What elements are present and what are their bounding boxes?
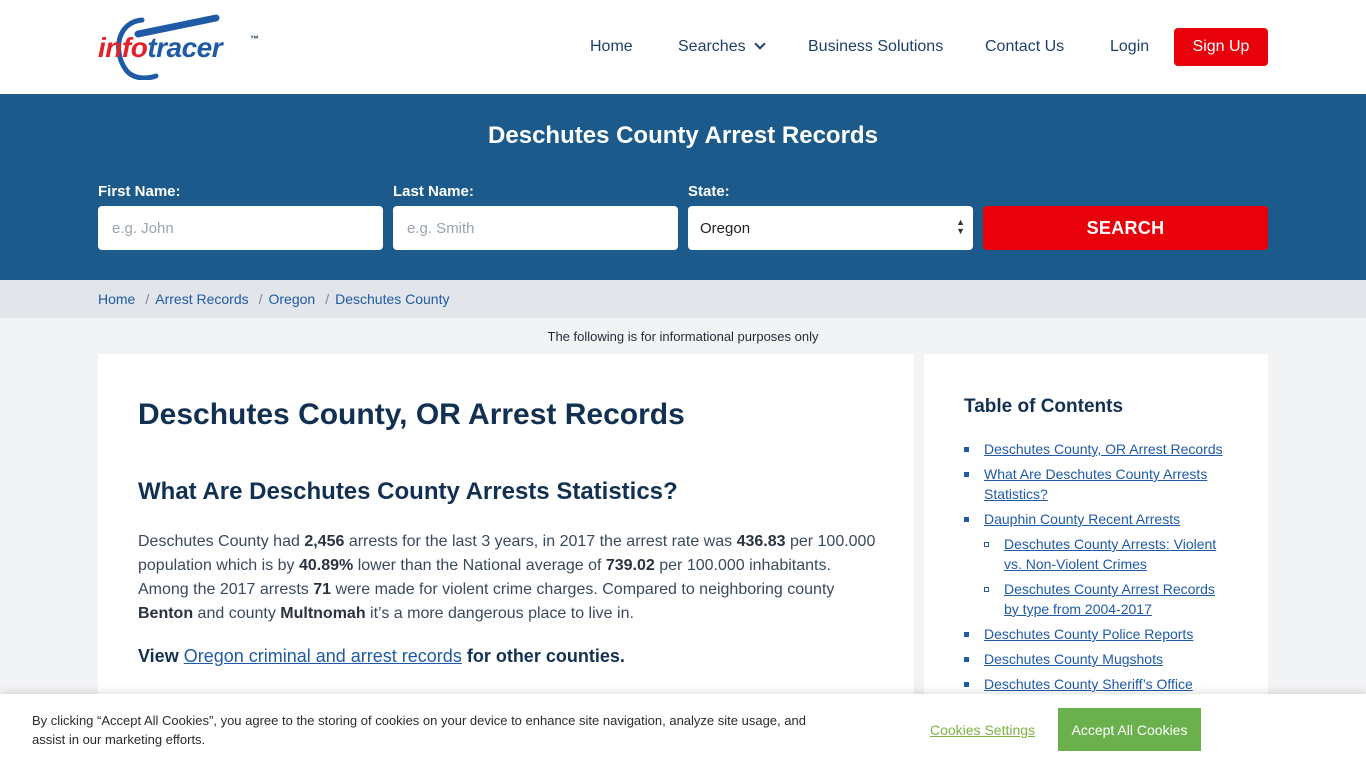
bullet-icon [964,472,969,477]
nav-searches-label: Searches [678,38,746,55]
bullet-icon [964,682,969,687]
bullet-icon [984,587,989,592]
statistics-paragraph: Deschutes County had 2,456 arrests for t… [138,533,876,622]
logo-info-text: info [98,32,148,63]
toc-item[interactable]: Deschutes County Police Reports [984,624,1244,644]
toc-item[interactable]: What Are Deschutes County Arrests Statis… [984,464,1234,504]
neighbor-county-multnomah: Multnomah [280,605,366,622]
bullet-icon [964,447,969,452]
search-hero: Deschutes County Arrest Records First Na… [0,94,1366,280]
bullet-icon [984,542,989,547]
first-name-label: First Name: [98,183,181,200]
toc-item[interactable]: Deschutes County, OR Arrest Records [984,439,1244,459]
cookies-settings-link[interactable]: Cookies Settings [930,722,1035,738]
arrest-rate: 436.83 [736,533,786,550]
breadcrumb: Home / Arrest Records / Oregon / Deschut… [98,291,450,307]
accept-all-cookies-button[interactable]: Accept All Cookies [1058,708,1201,751]
breadcrumb-bar: Home / Arrest Records / Oregon / Deschut… [0,280,1366,318]
breadcrumb-separator: / [258,291,263,307]
page-title: Deschutes County Arrest Records [488,122,878,149]
site-header: infotracer ™ Home Searches Business Solu… [0,0,1366,94]
nav-contact-us[interactable]: Contact Us [985,38,1064,56]
search-button[interactable]: SEARCH [983,206,1268,250]
signup-button[interactable]: Sign Up [1174,28,1268,66]
breadcrumb-separator: / [325,291,330,307]
logo-trademark: ™ [250,34,259,44]
toc-title: Table of Contents [964,396,1124,417]
breadcrumb-arrest-records[interactable]: Arrest Records [155,291,248,307]
arrests-count: 2,456 [304,533,345,550]
nav-login[interactable]: Login [1110,38,1149,56]
toc-subitem[interactable]: Deschutes County Arrests: Violent vs. No… [1004,534,1234,574]
toc-item[interactable]: Deschutes County Sheriff’s Office [984,674,1244,694]
last-name-input[interactable] [393,206,678,250]
breadcrumb-oregon[interactable]: Oregon [269,291,316,307]
breadcrumb-home[interactable]: Home [98,291,135,307]
informational-notice: The following is for informational purpo… [547,329,819,344]
oregon-records-link[interactable]: Oregon criminal and arrest records [184,646,462,666]
violent-arrests: 71 [313,581,332,598]
nav-searches[interactable]: Searches [678,38,766,56]
state-select[interactable]: Oregon ▲ ▼ [688,206,973,250]
chevron-down-icon [753,38,766,50]
bullet-icon [964,632,969,637]
nav-home[interactable]: Home [590,38,633,56]
bullet-icon [964,517,969,522]
national-average: 739.02 [605,557,655,574]
state-select-value: Oregon [700,219,751,237]
infotracer-logo[interactable]: infotracer ™ [98,14,268,80]
state-label: State: [688,183,730,200]
toc-item[interactable]: Dauphin County Recent Arrests [984,509,1244,529]
breadcrumb-deschutes-county[interactable]: Deschutes County [335,291,449,307]
first-name-input[interactable] [98,206,383,250]
breadcrumb-separator: / [145,291,150,307]
bullet-icon [964,657,969,662]
statistics-heading: What Are Deschutes County Arrests Statis… [138,478,678,505]
logo-tracer-text: tracer [147,32,223,63]
neighbor-county-benton: Benton [138,605,194,622]
select-arrows-icon: ▲ ▼ [956,217,965,236]
nav-business-solutions[interactable]: Business Solutions [808,38,943,56]
cookie-message: By clicking “Accept All Cookies”, you ag… [32,713,806,747]
toc-item[interactable]: Deschutes County Mugshots [984,649,1244,669]
article-heading: Deschutes County, OR Arrest Records [138,398,685,431]
cookie-banner: By clicking “Accept All Cookies”, you ag… [0,694,1366,768]
last-name-label: Last Name: [393,183,474,200]
toc-subitem[interactable]: Deschutes County Arrest Records by type … [1004,579,1229,619]
view-other-counties: View Oregon criminal and arrest records … [138,646,625,666]
rate-difference: 40.89% [298,557,354,574]
logo-wordmark: infotracer [98,32,223,64]
